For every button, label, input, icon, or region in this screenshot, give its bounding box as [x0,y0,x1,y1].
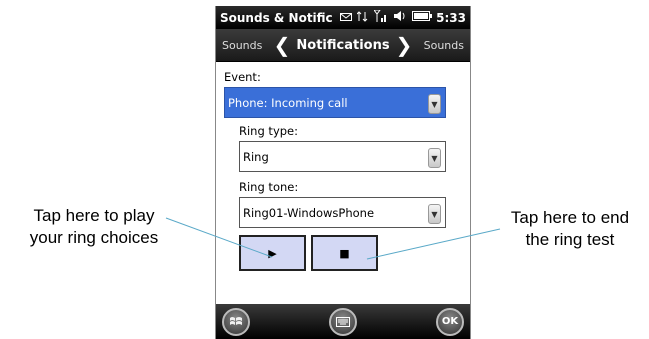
play-callout-line2: your ring choices [29,228,159,247]
chevron-left-icon[interactable]: ❮ [274,35,291,55]
stop-icon: ■ [339,246,350,260]
ok-button[interactable]: OK [436,307,464,336]
battery-icon [412,11,433,24]
speaker-icon[interactable] [393,10,407,25]
chevron-down-icon[interactable]: ▼ [428,94,441,114]
nav-title: Notifications [296,37,390,53]
chevron-down-icon[interactable]: ▼ [428,204,441,224]
stop-button[interactable]: ■ [311,235,378,271]
status-title: Sounds & Notificat [220,10,333,25]
ring-type-select[interactable]: Ring ▼ [239,141,446,172]
nav-next[interactable]: Sounds [424,39,464,52]
ring-tone-label: Ring tone: [239,180,299,194]
nav-bar: Sounds ❮ Notifications ❯ Sounds [216,29,470,62]
chevron-right-icon[interactable]: ❯ [396,35,413,55]
data-sync-icon [356,10,369,25]
status-time: 5:33 [436,10,466,25]
signal-strength-icon [373,9,388,25]
messaging-icon [340,11,353,24]
play-callout-line1: Tap here to play [33,206,155,225]
stop-callout-line2: the ring test [525,230,615,249]
play-callout: Tap here to play your ring choices [4,205,184,249]
event-select-value: Phone: Incoming call [228,95,348,110]
event-select[interactable]: Phone: Incoming call ▼ [224,87,446,118]
ring-type-label: Ring type: [239,124,298,138]
nav-prev[interactable]: Sounds [222,39,262,52]
play-button[interactable]: ▶ [239,235,306,271]
nav-center: ❮ Notifications ❯ [274,35,413,55]
bottom-bar: OK [216,304,470,339]
status-icons [340,9,433,25]
ring-type-value: Ring [243,149,269,164]
event-label: Event: [224,70,261,84]
ring-tone-value: Ring01-WindowsPhone [243,205,375,220]
ring-tone-select[interactable]: Ring01-WindowsPhone ▼ [239,197,446,228]
status-bar: Sounds & Notificat 5:33 [216,6,470,29]
windows-flag-icon[interactable] [222,307,250,336]
play-icon: ▶ [268,246,277,260]
stop-callout: Tap here to end the ring test [490,207,649,251]
device-screen: Sounds & Notificat 5:33 Sounds ❮ Notific… [215,6,471,339]
keyboard-icon[interactable] [329,307,357,336]
ok-label: OK [441,316,459,327]
stop-callout-line1: Tap here to end [510,208,630,227]
chevron-down-icon[interactable]: ▼ [428,148,441,168]
